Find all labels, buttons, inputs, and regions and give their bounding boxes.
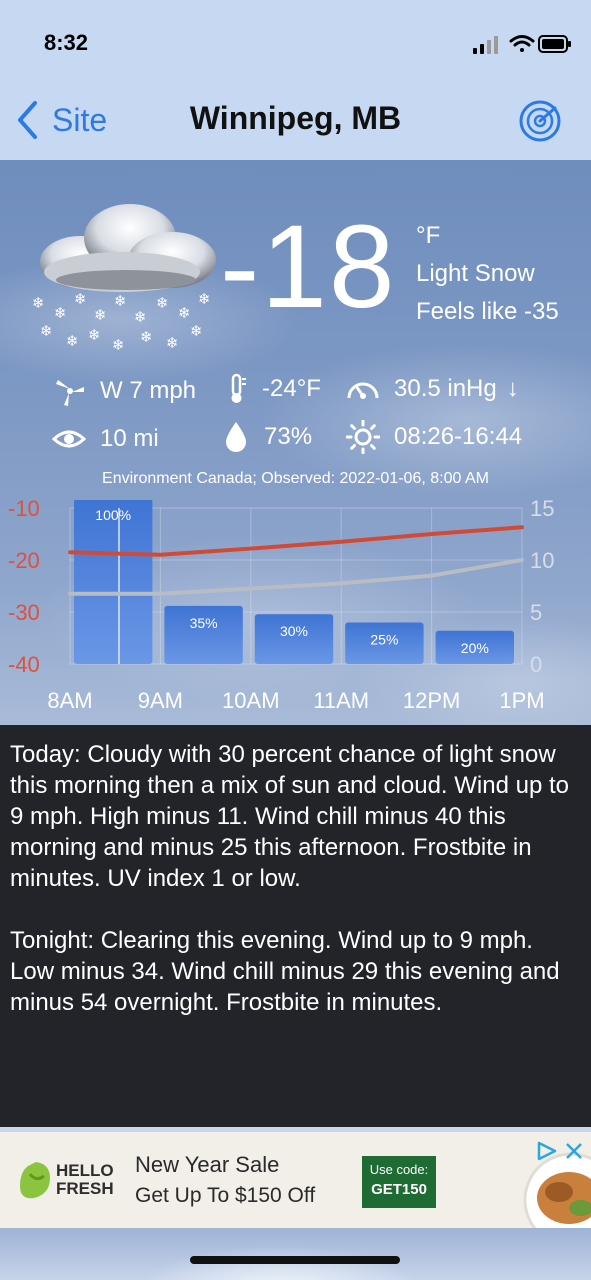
cloud-snow-icon: ❄❄❄ ❄❄❄ ❄❄❄ ❄❄ ❄ ❄ ❄ ❄ ❄ <box>32 204 216 354</box>
right-axis-tick: 15 <box>530 500 554 521</box>
svg-text:❄: ❄ <box>178 304 191 322</box>
dew-point-stat: -24°F <box>226 372 321 406</box>
sun-stat: 08:26-16:44 <box>346 420 522 454</box>
visibility-value: 10 mi <box>100 425 159 452</box>
humidity-stat: 73% <box>222 420 312 454</box>
svg-text:❄: ❄ <box>198 290 211 308</box>
top-bar: 8:32 Site Winnipeg, MB <box>0 0 591 160</box>
right-axis-tick: 5 <box>530 600 542 625</box>
humidity-value: 73% <box>264 423 313 450</box>
left-axis-tick: -10 <box>8 500 40 521</box>
status-time: 8:32 <box>44 30 89 55</box>
sun-times-value: 08:26-16:44 <box>394 423 523 450</box>
svg-text:❄: ❄ <box>94 306 107 324</box>
home-indicator[interactable] <box>190 1256 400 1264</box>
wind-value: W 7 mph <box>100 377 197 404</box>
ad-brand: HELLO FRESH <box>56 1161 114 1198</box>
signal-icon <box>473 36 498 54</box>
observation-source: Environment Canada; Observed: 2022-01-06… <box>102 470 489 487</box>
bottom-background <box>0 1228 591 1280</box>
left-axis-tick: -30 <box>8 600 40 625</box>
svg-text:❄: ❄ <box>190 322 203 340</box>
x-axis-tick: 12PM <box>403 688 460 713</box>
pressure-stat: 30.5 inHg ↓ <box>346 372 519 406</box>
page-title: Winnipeg, MB <box>189 100 402 136</box>
sun-icon <box>346 420 380 454</box>
radar-icon[interactable] <box>519 100 561 142</box>
dew-point-value: -24°F <box>262 375 321 402</box>
precip-bar-label: 30% <box>280 623 308 639</box>
thermometer-icon <box>231 373 246 403</box>
visibility-stat: 10 mi <box>52 422 159 456</box>
eye-icon <box>52 430 86 448</box>
temperature-unit: °F <box>416 222 441 249</box>
close-icon[interactable] <box>563 1140 585 1162</box>
svg-text:❄: ❄ <box>40 322 53 340</box>
right-axis-tick: 0 <box>530 652 542 677</box>
precip-bar-label: 20% <box>461 640 489 656</box>
ad-promo-code[interactable]: Use code: GET150 <box>362 1156 436 1208</box>
x-axis-tick: 8AM <box>47 688 92 713</box>
wind-turbine-icon <box>56 380 84 406</box>
pressure-value: 30.5 inHg <box>394 375 497 402</box>
x-axis-tick: 1PM <box>499 688 544 713</box>
ad-info-icon[interactable] <box>535 1140 559 1162</box>
svg-text:❄: ❄ <box>32 294 45 312</box>
precip-bar-label: 35% <box>190 615 218 631</box>
ad-code-value: GET150 <box>371 1181 427 1198</box>
left-axis-tick: -40 <box>8 652 40 677</box>
ad-subline: Get Up To $150 Off <box>135 1184 316 1207</box>
current-conditions-panel: ❄ ❄ ❄ ❄ ❄ ❄ ❄ ❄ ❄ ❄ ❄ ❄ ❄ ❄ ❄ ❄ -18 °F Light Snow … <box>0 160 591 725</box>
status-icons <box>473 35 571 54</box>
svg-text:❄: ❄ <box>166 334 179 352</box>
hourly-chart: 100% 35% 30% 25% 20% -10 -20 -30 -40 15 10 5 0 8AM 9AM… <box>8 500 554 713</box>
ad-headline: New Year Sale <box>135 1152 280 1177</box>
precip-bar-label: 100% <box>95 507 131 523</box>
precip-bar-label: 25% <box>370 632 398 648</box>
current-temperature: -18 <box>220 201 397 333</box>
battery-icon <box>538 35 571 53</box>
pressure-trend: ↓ <box>506 375 519 402</box>
condition-text: Light Snow <box>416 260 535 287</box>
left-axis-tick: -20 <box>8 548 40 573</box>
droplet-icon <box>226 422 246 452</box>
forecast-tonight: Tonight: Clearing this evening. Wind up … <box>10 927 560 1016</box>
wind-stat: W 7 mph <box>54 374 196 408</box>
svg-text:❄: ❄ <box>156 294 169 312</box>
forecast-today: Today: Cloudy with 30 percent chance of … <box>10 741 569 892</box>
x-axis-tick: 11AM <box>313 688 369 713</box>
x-axis-tick: 9AM <box>138 688 183 713</box>
wifi-icon <box>509 35 535 52</box>
svg-text:❄: ❄ <box>66 332 79 350</box>
ad-banner[interactable]: HELLO FRESH New Year Sale Get Up To $150… <box>0 1132 591 1228</box>
right-axis-tick: 10 <box>530 548 554 573</box>
forecast-text-panel: Today: Cloudy with 30 percent chance of … <box>0 725 591 1127</box>
svg-text:❄: ❄ <box>134 308 147 326</box>
ad-code-label: Use code: <box>369 1162 429 1177</box>
svg-text:❄: ❄ <box>114 292 127 310</box>
feels-like-text: Feels like -35 <box>416 298 559 325</box>
svg-text:❄: ❄ <box>54 304 67 322</box>
barometer-icon <box>347 382 379 399</box>
ad-choices[interactable] <box>535 1140 585 1162</box>
svg-text:❄: ❄ <box>140 328 153 346</box>
svg-text:❄: ❄ <box>74 290 87 308</box>
precip-bar <box>74 500 153 664</box>
svg-text:❄: ❄ <box>112 336 125 354</box>
x-axis-tick: 10AM <box>222 688 279 713</box>
svg-text:❄: ❄ <box>88 326 101 344</box>
